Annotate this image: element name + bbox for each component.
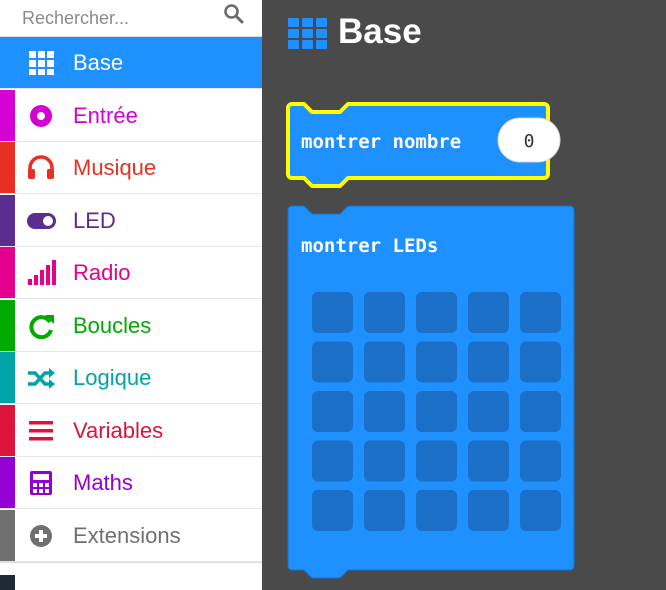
led-cell[interactable] (520, 440, 561, 482)
show-number-block[interactable]: montrer nombre 0 (286, 102, 561, 188)
headphones-icon (28, 155, 54, 179)
led-cell[interactable] (312, 391, 353, 432)
calculator-icon (30, 471, 52, 495)
led-grid (312, 292, 561, 531)
category-musique[interactable]: Musique (0, 142, 262, 194)
led-cell[interactable] (364, 391, 405, 432)
category-color-bar (0, 37, 15, 88)
category-label: Extensions (73, 522, 181, 548)
category-label: Entrée (73, 102, 138, 128)
number-value: 0 (524, 131, 535, 152)
led-cell[interactable] (520, 341, 561, 383)
led-cell[interactable] (312, 490, 353, 531)
refresh-icon (29, 314, 54, 339)
category-logique[interactable]: Logique (0, 352, 262, 404)
category-label: Boucles (73, 312, 152, 338)
grid-icon (29, 51, 54, 75)
category-label: Base (73, 50, 124, 75)
led-cell[interactable] (416, 341, 457, 383)
category-color-bar (0, 509, 15, 561)
category-radio[interactable]: Radio (0, 247, 262, 299)
category-color-bar (0, 352, 15, 403)
toggle-icon (27, 212, 56, 229)
led-cell[interactable] (416, 490, 457, 531)
list-icon (29, 420, 53, 440)
number-input[interactable]: 0 (497, 117, 561, 163)
category-label: LED (73, 207, 116, 233)
category-extensions[interactable]: Extensions (0, 509, 262, 562)
led-cell[interactable] (468, 341, 509, 383)
category-label: Logique (73, 365, 152, 390)
category-label: Variables (73, 417, 164, 443)
led-cell[interactable] (416, 292, 457, 333)
led-cell[interactable] (468, 490, 509, 531)
category-base[interactable]: Base (0, 37, 262, 89)
show-number-label: montrer nombre (301, 131, 461, 153)
category-color-bar (0, 89, 15, 141)
led-cell[interactable] (468, 292, 509, 333)
category-color-bar (0, 194, 15, 246)
led-cell[interactable] (520, 292, 561, 333)
category-boucles[interactable]: Boucles (0, 299, 262, 352)
search-input[interactable] (0, 0, 215, 36)
signal-bars-icon (28, 260, 56, 285)
search-icon[interactable] (222, 2, 246, 26)
category-color-bar (0, 404, 15, 456)
led-cell[interactable] (364, 490, 405, 531)
target-icon (30, 104, 52, 127)
toolbox-footer (0, 562, 262, 590)
toolbox: Base Entrée Musique LED Radio Boucles Logique V… (0, 0, 262, 590)
led-cell[interactable] (312, 292, 353, 333)
category-led[interactable]: LED (0, 194, 262, 247)
category-color-bar (0, 247, 15, 298)
show-leds-label: montrer LEDs (301, 235, 438, 257)
led-cell[interactable] (312, 440, 353, 482)
led-cell[interactable] (468, 391, 509, 432)
led-cell[interactable] (416, 440, 457, 482)
led-cell[interactable] (364, 341, 405, 383)
show-leds-block[interactable]: montrer LEDs (287, 205, 575, 579)
category-entree[interactable]: Entrée (0, 89, 262, 142)
led-cell[interactable] (520, 490, 561, 531)
led-cell[interactable] (468, 440, 509, 482)
led-cell[interactable] (364, 440, 405, 482)
led-cell[interactable] (416, 391, 457, 432)
search-bar (0, 0, 262, 37)
category-label: Musique (73, 155, 157, 180)
category-color-bar (0, 299, 15, 351)
category-variables[interactable]: Variables (0, 404, 262, 457)
category-label: Radio (73, 260, 131, 285)
category-maths[interactable]: Maths (0, 457, 262, 509)
footer-mark (0, 575, 15, 590)
category-color-bar (0, 457, 15, 508)
led-cell[interactable] (520, 391, 561, 432)
shuffle-icon (28, 368, 55, 389)
block-flyout: Base montrer nombre 0 montrer LEDs (262, 0, 666, 590)
blocks-canvas: montrer nombre 0 montrer LEDs (286, 102, 575, 579)
led-cell[interactable] (364, 292, 405, 333)
category-color-bar (0, 142, 15, 193)
category-label: Maths (73, 470, 133, 495)
led-cell[interactable] (312, 341, 353, 383)
plus-circle-icon (30, 524, 52, 547)
